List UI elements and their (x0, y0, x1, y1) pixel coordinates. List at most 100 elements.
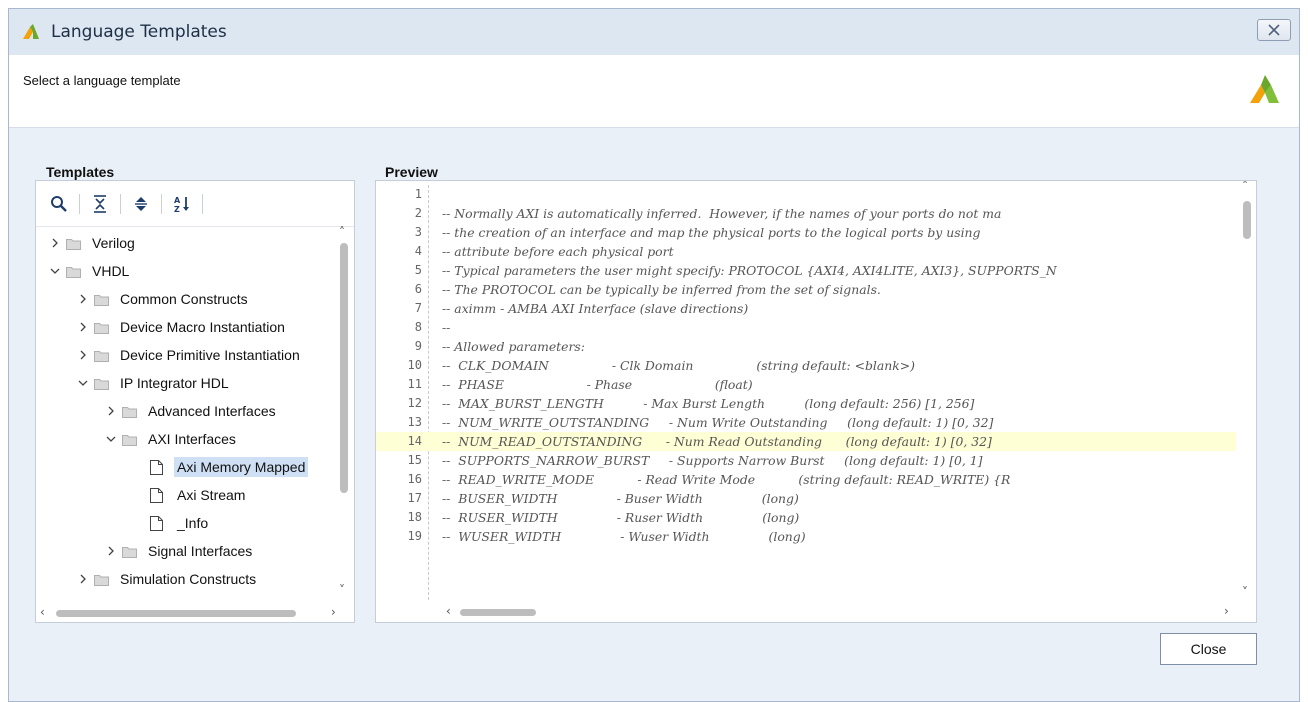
code-line: 13 -- NUM_WRITE_OUTSTANDING - Num Write O… (376, 413, 1236, 432)
expand-all-button[interactable] (130, 193, 152, 215)
scrollbar-thumb[interactable] (56, 610, 296, 617)
code-text: -- NUM_READ_OUTSTANDING - Num Read Outst… (442, 434, 992, 449)
tree-item[interactable]: Axi Memory Mapped (132, 455, 309, 479)
tree-item-label: Axi Memory Mapped (174, 457, 309, 477)
scrollbar-thumb[interactable] (1243, 201, 1251, 239)
tree-item-label: Device Macro Instantiation (120, 319, 285, 335)
scroll-down-icon: ˅ (1242, 585, 1248, 599)
chevron-right-icon[interactable] (76, 572, 90, 586)
tree-item-label: VHDL (92, 263, 130, 279)
folder-icon (66, 265, 81, 278)
preview-panel: 1 2 -- Normally AXI is automatically infer… (375, 180, 1257, 623)
chevron-right-icon[interactable] (104, 544, 118, 558)
code-text: -- aximm - AMBA AXI Interface (slave dir… (442, 301, 749, 316)
tree-item-label: Signal Interfaces (148, 543, 253, 559)
scroll-down-icon: ˅ (339, 583, 345, 597)
expand-all-icon (135, 196, 147, 211)
tree-item-label: Axi Stream (177, 487, 246, 503)
search-button[interactable] (48, 193, 70, 215)
tree-item-label: IP Integrator HDL (120, 375, 229, 391)
line-number: 5 (414, 263, 422, 277)
window-title: Language Templates (51, 22, 227, 42)
tree-item[interactable]: Common Constructs (76, 287, 251, 311)
code-text: -- (442, 320, 451, 335)
tree-item[interactable]: _Info (132, 511, 211, 535)
title-bar: Language Templates (9, 9, 1299, 55)
code-text: -- PHASE - Phase (float) (442, 377, 753, 392)
svg-text:A: A (174, 196, 181, 205)
header-panel: Select a language template (9, 55, 1299, 128)
tree-item[interactable]: AXI Interfaces (104, 427, 239, 451)
folder-icon (122, 433, 137, 446)
search-icon (51, 195, 67, 212)
code-line: 8 -- (376, 318, 1236, 337)
code-text: -- Normally AXI is automatically inferre… (442, 206, 1002, 221)
tree-item[interactable]: Device Primitive Instantiation (76, 343, 303, 367)
scroll-up-icon: ˄ (339, 225, 345, 239)
code-line: 12 -- MAX_BURST_LENGTH - Max Burst Length… (376, 394, 1236, 413)
line-number: 13 (407, 415, 422, 429)
close-button-label: Close (1190, 641, 1227, 657)
sort-alpha-button[interactable]: A Z (171, 193, 193, 215)
line-number: 2 (414, 206, 422, 220)
tree-item-label: AXI Interfaces (148, 431, 236, 447)
chevron-down-icon[interactable] (104, 432, 118, 446)
code-text: -- attribute before each physical port (442, 244, 674, 259)
chevron-down-icon[interactable] (48, 264, 62, 278)
folder-icon (66, 237, 81, 250)
svg-text:Z: Z (174, 205, 180, 213)
code-text: -- The PROTOCOL can be typically be infe… (442, 282, 881, 297)
chevron-down-icon[interactable] (76, 376, 90, 390)
tree-item-label: Device Primitive Instantiation (120, 347, 300, 363)
code-line: 6 -- The PROTOCOL can be typically be inf… (376, 280, 1236, 299)
tree-item[interactable]: Axi Stream (132, 483, 248, 507)
code-preview[interactable]: 1 2 -- Normally AXI is automatically infer… (376, 185, 1236, 600)
collapse-all-button[interactable] (89, 193, 111, 215)
code-text: -- READ_WRITE_MODE - Read Write Mode (st… (442, 472, 1011, 487)
template-tree: Verilog VHDL Common Constructs Device Macro… (36, 227, 336, 605)
templates-panel: A Z Verilog VHDL Common Constructs Device M… (35, 180, 355, 623)
code-line: 2 -- Normally AXI is automatically inferr… (376, 204, 1236, 223)
code-text: -- RUSER_WIDTH - Ruser Width (long) (442, 510, 800, 525)
code-line: 1 (376, 185, 1236, 204)
close-button[interactable]: Close (1160, 633, 1257, 665)
code-text: -- Allowed parameters: (442, 339, 585, 354)
preview-vertical-scrollbar[interactable]: ˄ ˅ (1238, 181, 1256, 605)
tree-item[interactable]: VHDL (48, 259, 132, 283)
line-number: 6 (414, 282, 422, 296)
line-number: 19 (407, 529, 422, 543)
tree-item-label: _Info (177, 515, 209, 531)
chevron-right-icon[interactable] (76, 348, 90, 362)
tree-item[interactable]: Advanced Interfaces (104, 399, 279, 423)
tree-item[interactable]: Simulation Constructs (76, 567, 259, 591)
code-line: 18 -- RUSER_WIDTH - Ruser Width (long) (376, 508, 1236, 527)
tree-vertical-scrollbar[interactable]: ˄ ˅ (337, 225, 351, 605)
line-number: 17 (407, 491, 422, 505)
folder-icon (122, 405, 137, 418)
line-number: 12 (407, 396, 422, 410)
line-number: 7 (414, 301, 422, 315)
chevron-right-icon[interactable] (48, 236, 62, 250)
code-line: 16 -- READ_WRITE_MODE - Read Write Mode (… (376, 470, 1236, 489)
tree-item-label: Verilog (92, 235, 135, 251)
preview-horizontal-scrollbar[interactable]: ‹ › (376, 603, 1256, 622)
line-number: 8 (414, 320, 422, 334)
tree-item[interactable]: Signal Interfaces (104, 539, 255, 563)
header-instruction: Select a language template (23, 73, 181, 88)
code-line: 7 -- aximm - AMBA AXI Interface (slave di… (376, 299, 1236, 318)
tree-toolbar: A Z (36, 181, 354, 227)
scrollbar-thumb[interactable] (460, 609, 536, 616)
chevron-right-icon[interactable] (104, 404, 118, 418)
tree-item[interactable]: Device Macro Instantiation (76, 315, 288, 339)
tree-item[interactable]: IP Integrator HDL (76, 371, 232, 395)
tree-horizontal-scrollbar[interactable]: ‹ › (36, 604, 354, 622)
chevron-right-icon[interactable] (76, 320, 90, 334)
tree-item[interactable]: Verilog (48, 231, 138, 255)
close-window-button[interactable] (1257, 19, 1291, 41)
file-icon (150, 459, 163, 475)
code-line: 14 -- NUM_READ_OUTSTANDING - Num Read Out… (376, 432, 1236, 451)
scrollbar-thumb[interactable] (340, 243, 348, 493)
tree-item-label: Common Constructs (120, 291, 248, 307)
chevron-right-icon[interactable] (76, 292, 90, 306)
line-number: 9 (414, 339, 422, 353)
